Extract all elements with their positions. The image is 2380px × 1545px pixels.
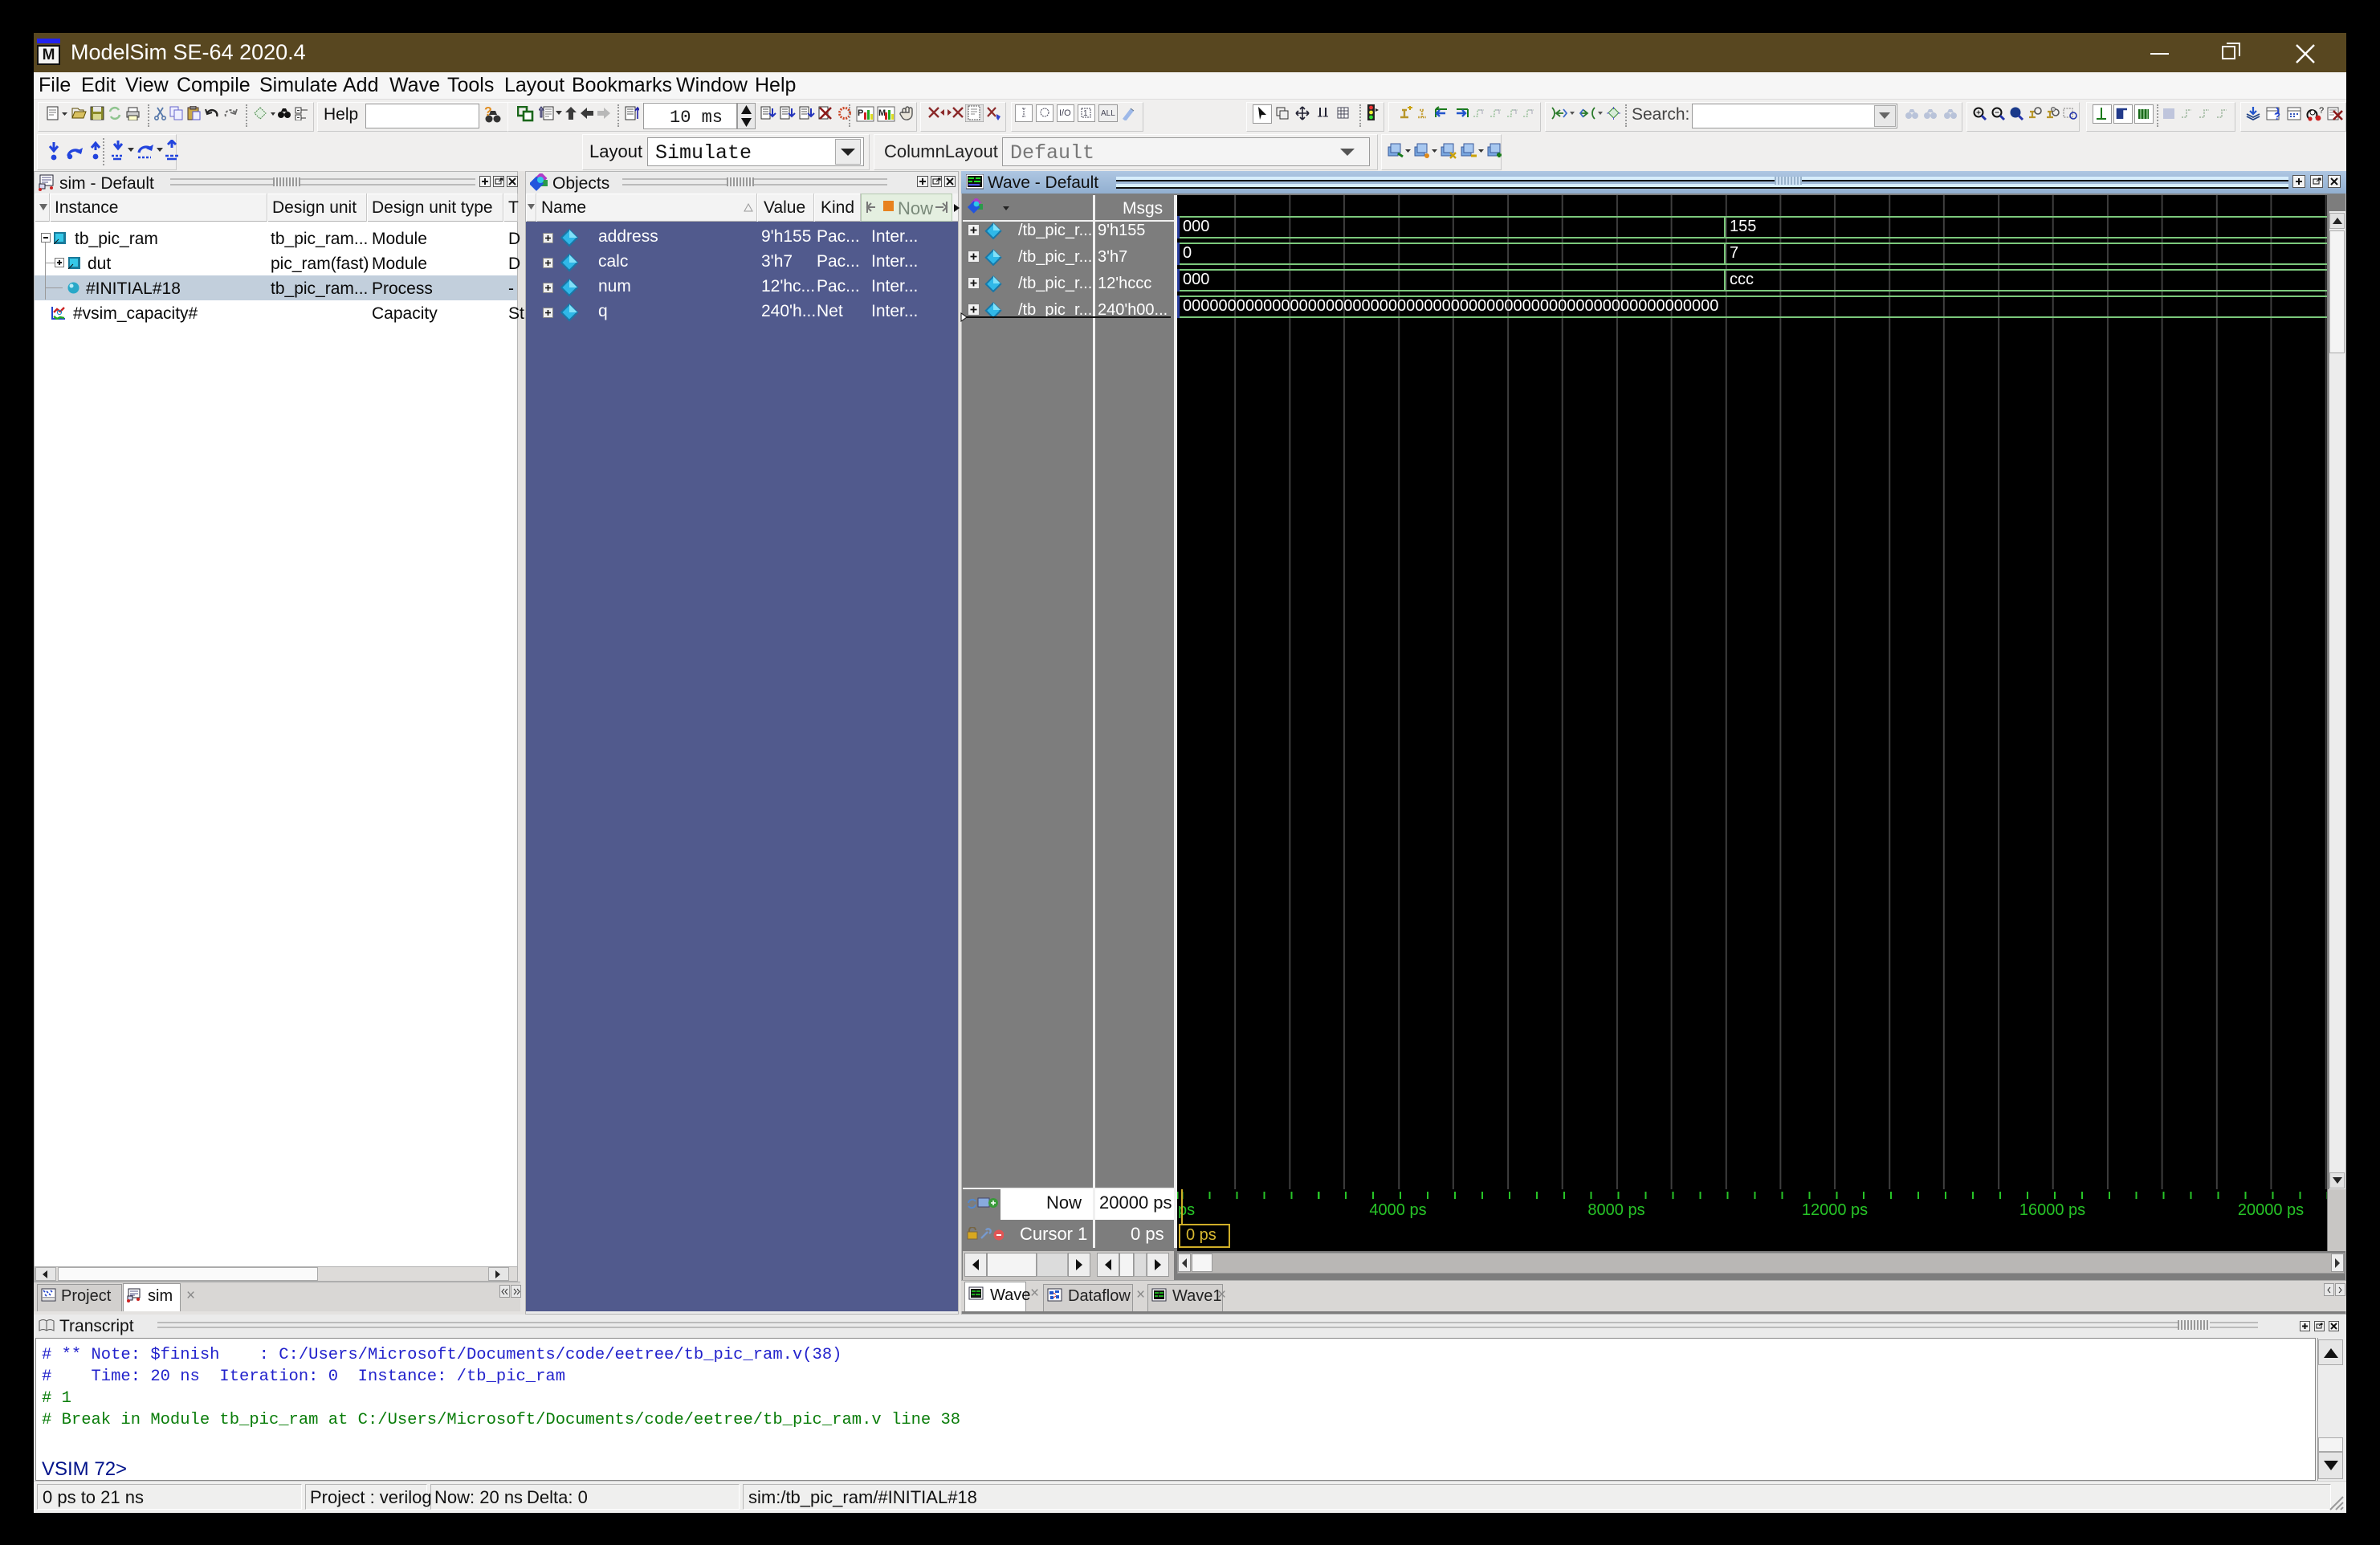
svg-text:P: P bbox=[858, 108, 863, 118]
svg-text:M: M bbox=[878, 108, 886, 118]
svg-text:1: 1 bbox=[1083, 109, 1088, 118]
svg-text:ALL: ALL bbox=[1101, 109, 1115, 118]
svg-text:?: ? bbox=[2319, 106, 2324, 116]
svg-text:?: ? bbox=[484, 105, 492, 119]
svg-text:I/O: I/O bbox=[1059, 108, 1071, 118]
svg-text:?: ? bbox=[2274, 110, 2280, 122]
